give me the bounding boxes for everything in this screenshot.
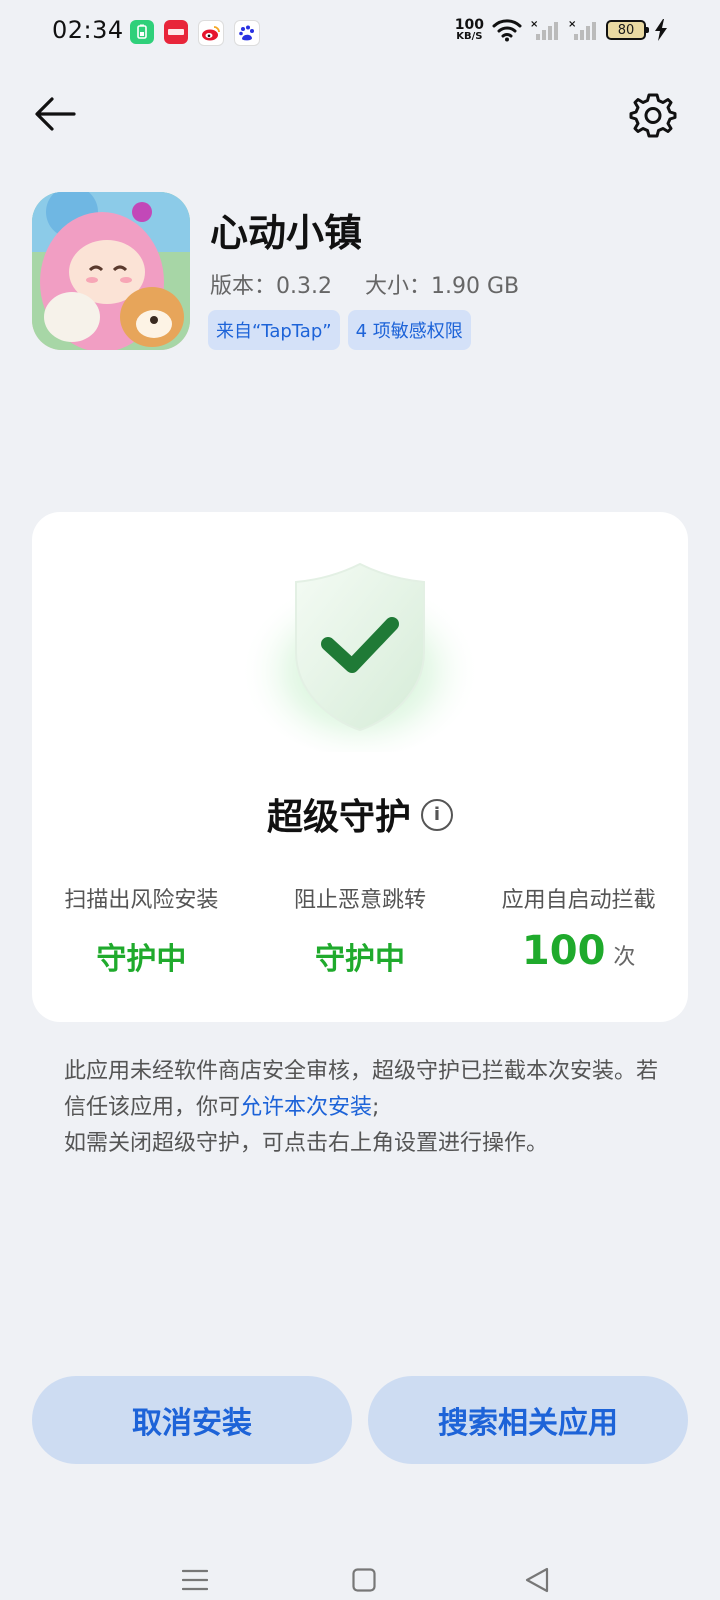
- app-version: 版本：0.3.2: [210, 274, 332, 299]
- stat-autostart-block: 应用自启动拦截 100 次: [469, 882, 688, 978]
- protection-stats: 扫描出风险安装 守护中 阻止恶意跳转 守护中 应用自启动拦截 100 次: [32, 882, 688, 978]
- app-size: 大小：1.90 GB: [364, 274, 520, 299]
- network-speed: 100 KB/S: [455, 18, 484, 42]
- nav-back-button[interactable]: [524, 1566, 550, 1594]
- notification-icons: [130, 20, 260, 46]
- stat-label: 阻止恶意跳转: [294, 888, 427, 913]
- svg-text:×: ×: [568, 19, 576, 30]
- app-tags: 来自“TapTap” 4 项敏感权限: [208, 310, 471, 350]
- status-right: 100 KB/S × × 80: [455, 18, 668, 42]
- description-settings-hint: 如需关闭超级守护，可点击右上角设置进行操作。: [64, 1131, 549, 1156]
- info-icon[interactable]: i: [421, 799, 453, 831]
- arrow-left-icon: [35, 97, 76, 131]
- stat-value: 守护中: [315, 942, 405, 977]
- charging-icon: [655, 19, 667, 41]
- stat-label: 应用自启动拦截: [501, 888, 656, 913]
- wifi-icon: [492, 19, 522, 42]
- autostart-unit: 次: [613, 945, 636, 970]
- home-button[interactable]: [352, 1568, 376, 1592]
- svg-text:×: ×: [530, 19, 538, 30]
- allow-install-link[interactable]: 允许本次安装: [240, 1095, 372, 1120]
- app-icon: [32, 192, 190, 350]
- app-meta: 版本：0.3.2 大小：1.90 GB: [210, 268, 519, 300]
- clock: 02:34: [52, 16, 124, 44]
- status-bar: 02:34 100 KB/S × × 80: [0, 0, 720, 64]
- permissions-tag[interactable]: 4 项敏感权限: [347, 310, 471, 350]
- triangle-back-icon: [525, 1567, 549, 1593]
- xiaohongshu-icon: [164, 20, 188, 44]
- stat-value: 100 次: [469, 928, 688, 974]
- menu-icon: [181, 1569, 209, 1591]
- search-related-apps-button[interactable]: 搜索相关应用: [368, 1376, 688, 1464]
- settings-button[interactable]: [628, 90, 678, 140]
- shield-check-icon: [240, 552, 480, 757]
- recent-apps-button[interactable]: [181, 1568, 209, 1592]
- stat-value: 守护中: [96, 942, 187, 977]
- app-name: 心动小镇: [210, 211, 363, 255]
- protection-title: 超级守护 i: [32, 788, 688, 840]
- signal-icon-2: ×: [568, 19, 596, 40]
- autostart-count: 100: [521, 928, 606, 974]
- stat-label: 扫描出风险安装: [64, 888, 219, 913]
- signal-icon-1: ×: [530, 19, 558, 40]
- gear-icon: [629, 93, 677, 138]
- source-tag[interactable]: 来自“TapTap”: [208, 310, 340, 350]
- battery-indicator: 80: [606, 20, 649, 40]
- description-punct: ;: [372, 1095, 380, 1120]
- protection-title-text: 超级守护: [266, 797, 411, 838]
- stat-block-redirect: 阻止恶意跳转 守护中: [251, 882, 470, 978]
- weibo-icon: [198, 20, 224, 46]
- network-speed-unit: KB/S: [456, 30, 483, 42]
- battery-app-icon: [130, 20, 154, 44]
- protection-card: 超级守护 i 扫描出风险安装 守护中 阻止恶意跳转 守护中 应用自启动拦截 100…: [32, 512, 688, 1022]
- back-button[interactable]: [30, 92, 80, 136]
- stat-risk-scan: 扫描出风险安装 守护中: [32, 882, 251, 978]
- cancel-install-button[interactable]: 取消安装: [32, 1376, 352, 1464]
- square-icon: [352, 1568, 376, 1592]
- description: 此应用未经软件商店安全审核，超级守护已拦截本次安装。若信任该应用，你可允许本次安…: [64, 1054, 664, 1162]
- baidu-icon: [234, 20, 260, 46]
